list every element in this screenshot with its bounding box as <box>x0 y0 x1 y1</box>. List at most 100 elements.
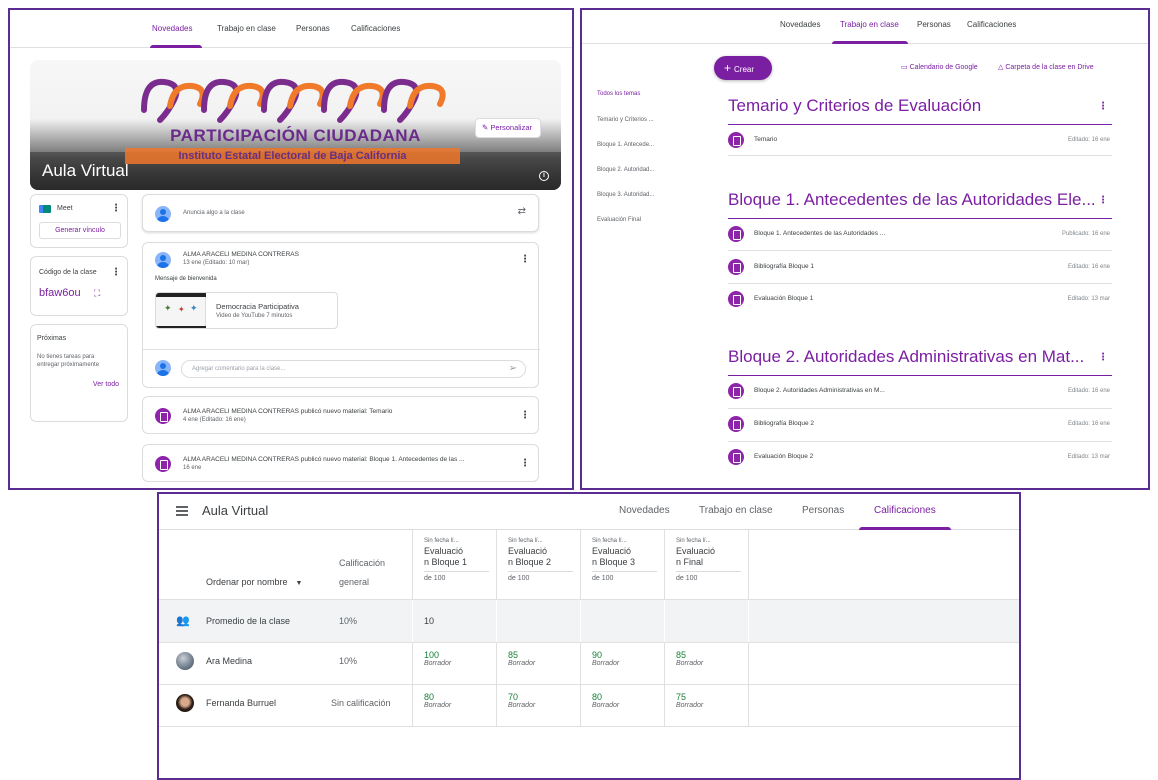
item-name[interactable]: Temario <box>754 136 777 143</box>
tab-calificaciones[interactable]: Calificaciones <box>967 20 1016 29</box>
item-name[interactable]: Bibliografía Bloque 1 <box>754 263 814 270</box>
repost-icon[interactable]: ⇄ <box>518 206 526 217</box>
post-card: ALMA ARACELI MEDINA CONTRERAS 13 ene (Ed… <box>142 242 540 388</box>
customize-button[interactable]: ✎ Personalizar <box>474 118 541 138</box>
column-header-eval-1[interactable]: Sin fecha lí... Evaluació n Bloque 1 de … <box>424 538 489 582</box>
tab-personas[interactable]: Personas <box>802 505 844 516</box>
sort-dropdown[interactable]: Ordenar por nombre ▼ <box>206 577 302 587</box>
row-divider <box>728 155 1112 156</box>
grade-cell[interactable]: 100 Borrador <box>424 650 451 667</box>
tab-trabajo-en-clase[interactable]: Trabajo en clase <box>699 505 773 516</box>
row-divider <box>728 408 1112 409</box>
tab-novedades[interactable]: Novedades <box>152 24 192 33</box>
draft-label: Borrador <box>592 702 620 709</box>
meet-menu-icon[interactable]: ⋮ <box>111 204 121 214</box>
grade-value: 100 <box>424 650 440 660</box>
divider <box>143 349 540 350</box>
topic-menu-icon[interactable]: ⋮ <box>1098 353 1108 363</box>
tab-trabajo-en-clase[interactable]: Trabajo en clase <box>840 20 899 29</box>
grade-cell[interactable]: 70 Borrador <box>508 692 535 709</box>
item-name[interactable]: Bloque 1. Antecedentes de las Autoridade… <box>754 230 885 237</box>
meet-icon <box>39 205 51 213</box>
tab-trabajo-en-clase[interactable]: Trabajo en clase <box>217 24 276 33</box>
class-code-menu-icon[interactable]: ⋮ <box>111 268 121 278</box>
tab-personas[interactable]: Personas <box>917 20 951 29</box>
topic-divider <box>728 218 1112 219</box>
menu-icon[interactable] <box>176 506 188 516</box>
material-icon <box>728 383 744 399</box>
view-all-link[interactable]: Ver todo <box>93 381 119 388</box>
generate-link-button[interactable]: Generar vínculo <box>39 222 121 239</box>
upcoming-card: Próximas No tienes tareas para entregar … <box>30 324 128 422</box>
info-icon[interactable]: i <box>539 171 549 181</box>
tab-calificaciones[interactable]: Calificaciones <box>874 505 936 516</box>
grade-cell[interactable]: 75 Borrador <box>676 692 703 709</box>
material-post-card[interactable]: ALMA ARACELI MEDINA CONTRERAS publicó nu… <box>142 396 539 434</box>
announce-box[interactable]: Anuncia algo a la clase ⇄ <box>142 194 539 232</box>
material-post-menu-icon[interactable]: ⋮ <box>520 411 530 421</box>
material-post-title: ALMA ARACELI MEDINA CONTRERAS publicó nu… <box>183 408 393 415</box>
sidebar-item-evaluacion-final[interactable]: Evaluación Final <box>597 217 641 223</box>
fullscreen-icon[interactable]: ⛶ <box>94 288 100 299</box>
draft-label: Borrador <box>592 660 620 667</box>
grade-cell[interactable]: 80 Borrador <box>424 692 451 709</box>
trabajo-panel: Novedades Trabajo en clase Personas Cali… <box>580 8 1150 490</box>
tab-calificaciones[interactable]: Calificaciones <box>351 24 400 33</box>
post-menu-icon[interactable]: ⋮ <box>520 255 530 265</box>
column-name: n Bloque 2 <box>508 557 552 567</box>
overall-header-2: general <box>339 577 370 587</box>
customize-label: Personalizar <box>490 123 532 132</box>
grade-cell[interactable]: 90 Borrador <box>592 650 619 667</box>
drive-folder-link[interactable]: △ Carpeta de la clase en Drive <box>998 63 1094 71</box>
tab-novedades[interactable]: Novedades <box>619 505 670 516</box>
tab-personas[interactable]: Personas <box>296 24 330 33</box>
grid-line <box>159 726 1019 727</box>
student-overall: 10% <box>339 656 358 666</box>
column-name: n Final <box>676 557 704 567</box>
points-label: de 100 <box>592 575 614 582</box>
item-name[interactable]: Evaluación Bloque 1 <box>754 295 813 302</box>
tab-novedades[interactable]: Novedades <box>780 20 820 29</box>
sidebar-item-temario[interactable]: Temario y Criterios ... <box>597 117 654 123</box>
create-label: Crear <box>734 65 755 74</box>
sidebar-item-bloque-2[interactable]: Bloque 2. Autoridad... <box>597 167 654 173</box>
topic-menu-icon[interactable]: ⋮ <box>1098 196 1108 206</box>
grade-value: 80 <box>592 692 603 702</box>
column-header-eval-3[interactable]: Sin fecha lí... Evaluació n Bloque 3 de … <box>592 538 657 582</box>
material-post-card[interactable]: ALMA ARACELI MEDINA CONTRERAS publicó nu… <box>142 444 539 482</box>
video-attachment[interactable]: ✦ ✦ ✦ Democracia Participativa Video de … <box>155 292 338 329</box>
attachment-meta: Video de YouTube 7 minutos <box>216 313 293 319</box>
google-calendar-link[interactable]: ▭ Calendario de Google <box>901 63 978 71</box>
material-post-date: 16 ene <box>183 465 202 471</box>
grade-cell[interactable]: 85 Borrador <box>676 650 703 667</box>
topic-menu-icon[interactable]: ⋮ <box>1098 102 1108 112</box>
item-name[interactable]: Evaluación Bloque 2 <box>754 453 813 460</box>
row-divider <box>728 441 1112 442</box>
material-post-menu-icon[interactable]: ⋮ <box>520 459 530 469</box>
item-name[interactable]: Bibliografía Bloque 2 <box>754 420 814 427</box>
top-tabs: Novedades Trabajo en clase Personas Cali… <box>10 10 572 48</box>
student-name[interactable]: Ara Medina <box>206 656 252 666</box>
column-name: Evaluació <box>424 546 464 556</box>
create-button[interactable]: + Crear <box>714 56 772 80</box>
column-header-eval-2[interactable]: Sin fecha lí... Evaluació n Bloque 2 de … <box>508 538 573 582</box>
student-name[interactable]: Fernanda Burruel <box>206 698 276 708</box>
grade-cell[interactable]: 80 Borrador <box>592 692 619 709</box>
app-title[interactable]: Aula Virtual <box>202 503 268 518</box>
sidebar-item-bloque-3[interactable]: Bloque 3. Autoridad... <box>597 192 654 198</box>
item-name[interactable]: Bloque 2. Autoridades Administrativas en… <box>754 387 885 394</box>
draft-label: Borrador <box>424 660 452 667</box>
material-icon <box>728 259 744 275</box>
send-icon[interactable]: ➢ <box>509 363 517 374</box>
grade-cell[interactable]: 85 Borrador <box>508 650 535 667</box>
sidebar-item-bloque-1[interactable]: Bloque 1. Antecede... <box>597 142 654 148</box>
material-icon <box>155 456 171 472</box>
comment-input[interactable]: Agregar comentario para la clase... ➢ <box>181 360 526 378</box>
due-label: Sin fecha lí... <box>508 538 543 544</box>
post-text: Mensaje de bienvenida <box>155 276 217 282</box>
draft-label: Borrador <box>508 660 536 667</box>
sidebar-item-all-topics[interactable]: Todos los temas <box>597 91 640 97</box>
column-header-eval-final[interactable]: Sin fecha lí... Evaluació n Final de 100 <box>676 538 741 582</box>
material-icon <box>728 132 744 148</box>
points-label: de 100 <box>424 575 446 582</box>
